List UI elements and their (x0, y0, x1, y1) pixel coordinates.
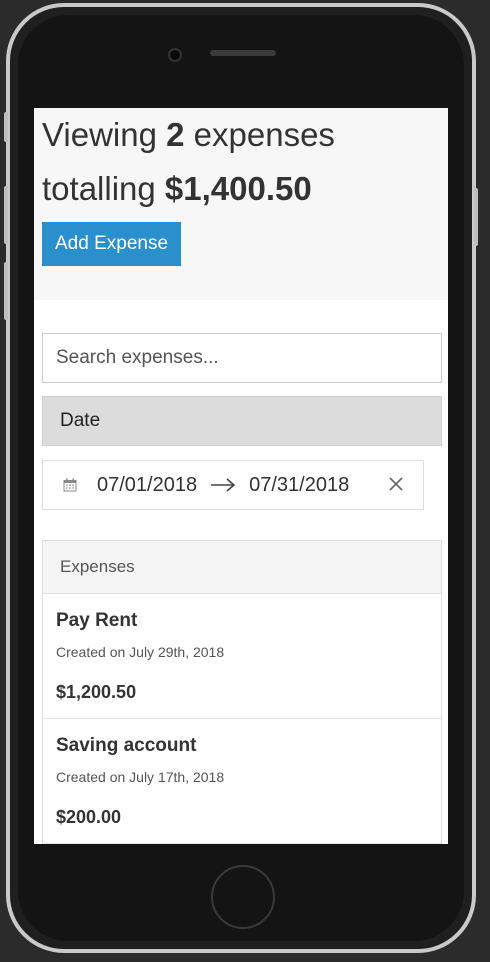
end-date-field[interactable]: 07/31/2018 (249, 474, 349, 497)
expenses-summary: Viewing 2 expenses totalling $1,400.50 A… (34, 108, 448, 300)
expense-amount: $1,200.50 (56, 682, 137, 702)
home-button[interactable] (211, 865, 275, 929)
summary-total-prefix: totalling (42, 170, 156, 207)
expense-created-date: Created on July 29th, 2018 (56, 644, 225, 660)
expense-list-item[interactable]: Saving account Created on July 17th, 201… (43, 719, 441, 844)
date-range-picker[interactable]: 07/01/2018 07/31/2018 (42, 460, 424, 510)
power-button (474, 188, 478, 246)
expense-filters: Date 07/01/2018 (34, 300, 448, 510)
close-icon[interactable] (389, 475, 403, 496)
expense-amount: $200.00 (56, 807, 122, 827)
expense-count: 2 (166, 116, 185, 153)
front-camera (168, 48, 182, 62)
expense-total: $1,400.50 (164, 170, 312, 207)
arrow-right-icon (197, 477, 249, 493)
summary-count-line: Viewing 2 expenses (42, 108, 440, 162)
volume-up-button (4, 186, 8, 244)
app-screen: Viewing 2 expenses totalling $1,400.50 A… (34, 108, 448, 844)
summary-total-line: totalling $1,400.50 (42, 162, 440, 216)
sort-by-select[interactable]: Date (42, 396, 442, 446)
expense-list: Expenses Pay Rent Created on July 29th, … (42, 540, 442, 844)
summary-prefix: Viewing (42, 116, 157, 153)
expense-list-header: Expenses (43, 541, 441, 594)
start-date-field[interactable]: 07/01/2018 (97, 474, 197, 497)
summary-count-suffix: expenses (193, 116, 335, 153)
mute-switch (4, 112, 8, 142)
search-input[interactable] (42, 333, 442, 383)
volume-down-button (4, 262, 8, 320)
expense-title: Pay Rent (56, 610, 138, 631)
expense-title: Saving account (56, 735, 197, 756)
calendar-icon (43, 478, 97, 492)
expense-list-item[interactable]: Pay Rent Created on July 29th, 2018 $1,2… (43, 594, 441, 719)
expense-created-date: Created on July 17th, 2018 (56, 769, 225, 785)
earpiece-speaker (210, 50, 276, 56)
add-expense-button[interactable]: Add Expense (42, 222, 182, 266)
